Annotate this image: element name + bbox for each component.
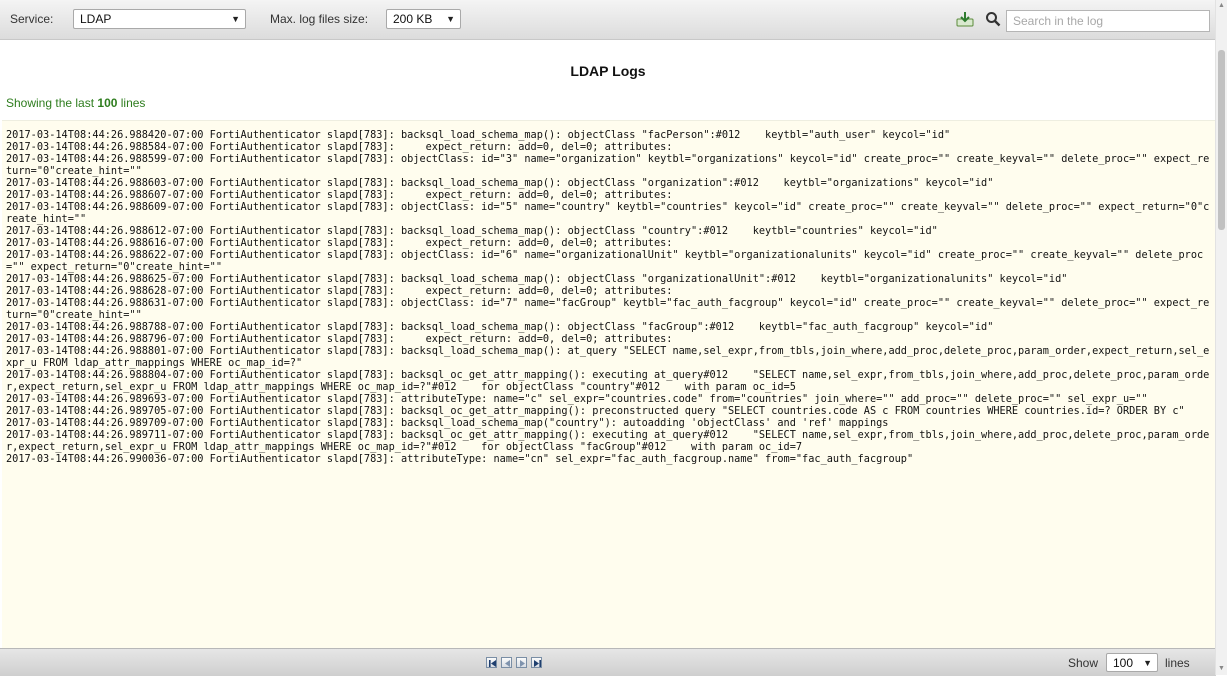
lines-label: lines — [1165, 656, 1190, 670]
log-line: 2017-03-14T08:44:26.988420-07:00 FortiAu… — [6, 129, 951, 141]
lines-per-page-value: 100 — [1113, 656, 1134, 670]
service-select-value: LDAP — [80, 12, 112, 26]
scroll-up-icon[interactable]: ▲ — [1218, 2, 1225, 10]
showing-count: 100 — [97, 96, 118, 110]
chevron-down-icon: ▼ — [231, 14, 240, 24]
log-line: 2017-03-14T08:44:26.988804-07:00 FortiAu… — [6, 369, 1210, 393]
pager — [486, 657, 542, 670]
log-line: 2017-03-14T08:44:26.989711-07:00 FortiAu… — [6, 429, 1210, 453]
max-size-label: Max. log files size: — [270, 12, 369, 26]
log-content: 2017-03-14T08:44:26.988420-07:00 FortiAu… — [2, 120, 1215, 648]
log-line: 2017-03-14T08:44:26.988622-07:00 FortiAu… — [6, 249, 1204, 273]
service-label: Service: — [10, 12, 54, 26]
log-toolbar: Service: LDAP ▼ Max. log files size: 200… — [0, 0, 1216, 40]
first-page-button[interactable] — [486, 657, 497, 668]
showing-suffix: lines — [117, 96, 146, 110]
next-page-button[interactable] — [516, 657, 527, 668]
log-line: 2017-03-14T08:44:26.989705-07:00 FortiAu… — [6, 405, 1185, 417]
search-icon[interactable] — [985, 11, 1003, 29]
log-line: 2017-03-14T08:44:26.988616-07:00 FortiAu… — [6, 237, 673, 249]
log-line: 2017-03-14T08:44:26.989709-07:00 FortiAu… — [6, 417, 889, 429]
log-line: 2017-03-14T08:44:26.988631-07:00 FortiAu… — [6, 297, 1210, 321]
log-line: 2017-03-14T08:44:26.988796-07:00 FortiAu… — [6, 333, 673, 345]
download-icon[interactable] — [956, 11, 974, 29]
chevron-down-icon: ▼ — [446, 14, 455, 24]
log-line: 2017-03-14T08:44:26.988584-07:00 FortiAu… — [6, 141, 673, 153]
lines-per-page-select[interactable]: 100 ▼ — [1106, 653, 1158, 672]
log-line: 2017-03-14T08:44:26.989693-07:00 FortiAu… — [6, 393, 1148, 405]
log-line: 2017-03-14T08:44:26.988609-07:00 FortiAu… — [6, 201, 1210, 225]
log-line: 2017-03-14T08:44:26.988603-07:00 FortiAu… — [6, 177, 994, 189]
vertical-scrollbar[interactable]: ▲ ▼ — [1215, 0, 1227, 675]
log-line: 2017-03-14T08:44:26.990036-07:00 FortiAu… — [6, 453, 914, 465]
page-title: LDAP Logs — [570, 63, 646, 79]
scroll-down-icon[interactable]: ▼ — [1218, 665, 1225, 673]
showing-prefix: Showing the last — [6, 96, 98, 110]
show-label: Show — [1068, 656, 1099, 670]
service-select[interactable]: LDAP ▼ — [73, 9, 246, 29]
search-log-input[interactable] — [1006, 10, 1210, 32]
log-line: 2017-03-14T08:44:26.988612-07:00 FortiAu… — [6, 225, 938, 237]
log-line: 2017-03-14T08:44:26.988801-07:00 FortiAu… — [6, 345, 1210, 369]
prev-page-button[interactable] — [501, 657, 512, 668]
max-size-select-value: 200 KB — [393, 12, 433, 26]
log-line: 2017-03-14T08:44:26.988628-07:00 FortiAu… — [6, 285, 673, 297]
log-line: 2017-03-14T08:44:26.988607-07:00 FortiAu… — [6, 189, 673, 201]
log-line: 2017-03-14T08:44:26.988599-07:00 FortiAu… — [6, 153, 1210, 177]
pagination-footer: Show 100 ▼ lines — [0, 648, 1216, 676]
max-size-select[interactable]: 200 KB ▼ — [386, 9, 461, 29]
log-line: 2017-03-14T08:44:26.988788-07:00 FortiAu… — [6, 321, 994, 333]
log-line: 2017-03-14T08:44:26.988625-07:00 FortiAu… — [6, 273, 1068, 285]
chevron-down-icon: ▼ — [1143, 658, 1152, 668]
last-page-button[interactable] — [531, 657, 542, 668]
showing-lines-text: Showing the last 100 lines — [6, 96, 145, 110]
scrollbar-thumb[interactable] — [1218, 50, 1225, 230]
